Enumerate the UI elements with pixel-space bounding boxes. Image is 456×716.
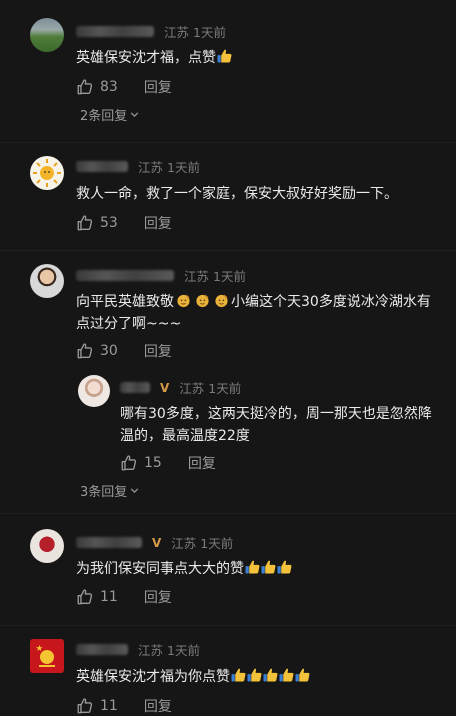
thumbs-up-emoji bbox=[277, 560, 292, 574]
comment-item: 江苏 1天前 英雄保安沈才福，点赞 83 回复 2条回复 bbox=[0, 0, 456, 140]
thumbs-up-emoji bbox=[261, 560, 276, 574]
comment-item: 江苏 1天前 英雄保安沈才福为你点赞 11 回复 bbox=[0, 626, 456, 715]
view-replies-button[interactable]: 3条回复 bbox=[80, 481, 140, 500]
thumbs-up-emoji bbox=[295, 668, 310, 682]
comment-actions: 53 回复 bbox=[76, 213, 172, 233]
location: 江苏 bbox=[138, 160, 164, 175]
comment-text: 为我们保安同事点大大的赞 bbox=[76, 558, 292, 580]
avatar[interactable] bbox=[30, 639, 64, 673]
blurred-username bbox=[76, 26, 154, 37]
comment-text: 英雄保安沈才福，点赞 bbox=[76, 47, 232, 69]
like-count: 11 bbox=[100, 698, 118, 714]
location: 江苏 bbox=[171, 536, 197, 551]
reply-actions: 15 回复 bbox=[120, 453, 216, 473]
like-count: 83 bbox=[100, 79, 118, 95]
comment-actions: 11 回复 bbox=[76, 696, 172, 716]
verified-badge-icon: V bbox=[152, 535, 162, 550]
avatar[interactable] bbox=[30, 18, 64, 52]
location: 江苏 bbox=[184, 269, 210, 284]
thumbs-up-emoji bbox=[263, 668, 278, 682]
chevron-down-icon bbox=[129, 109, 140, 120]
avatar[interactable] bbox=[30, 529, 64, 563]
salute-emoji bbox=[214, 293, 229, 308]
reply-meta: V 江苏 1天前 bbox=[120, 378, 241, 397]
comment-meta: V 江苏 1天前 bbox=[76, 533, 233, 552]
comment-item: 江苏 1天前 向平民英雄致敬 小编这个天30多度说冰冷湖水有 点过分了啊~~~ 3… bbox=[0, 251, 456, 506]
like-count: 11 bbox=[100, 589, 118, 605]
like-count: 53 bbox=[100, 215, 118, 231]
location: 江苏 bbox=[164, 25, 190, 40]
thumbs-up-outline-icon[interactable] bbox=[76, 214, 94, 232]
blurred-username bbox=[76, 644, 128, 655]
timestamp: 1天前 bbox=[193, 25, 226, 40]
thumbs-up-emoji bbox=[279, 668, 294, 682]
reply-text: 哪有30多度，这两天挺冷的，周一那天也是忽然降 温的，最高温度22度 bbox=[120, 406, 432, 444]
comment-text: 向平民英雄致敬 小编这个天30多度说冰冷湖水有 点过分了啊~~~ bbox=[76, 293, 431, 332]
thumbs-up-outline-icon[interactable] bbox=[76, 588, 94, 606]
thumbs-up-emoji bbox=[247, 668, 262, 682]
chevron-down-icon bbox=[129, 485, 140, 496]
thumbs-up-outline-icon[interactable] bbox=[120, 454, 138, 472]
like-count: 15 bbox=[144, 455, 162, 471]
location: 江苏 bbox=[179, 381, 205, 396]
emblem-icon bbox=[36, 644, 55, 667]
reply-button[interactable]: 回复 bbox=[188, 453, 216, 473]
blurred-username bbox=[76, 537, 142, 548]
comment-text: 救人一命，救了一个家庭，保安大叔好好奖励一下。 bbox=[76, 186, 398, 202]
comment-actions: 83 回复 bbox=[76, 77, 172, 97]
reply-button[interactable]: 回复 bbox=[144, 77, 172, 97]
timestamp: 1天前 bbox=[200, 536, 234, 551]
timestamp: 1天前 bbox=[167, 643, 200, 658]
comment-meta: 江苏 1天前 bbox=[76, 266, 246, 285]
thumbs-up-outline-icon[interactable] bbox=[76, 697, 94, 715]
timestamp: 1天前 bbox=[213, 269, 246, 284]
comment-item: 江苏 1天前 救人一命，救了一个家庭，保安大叔好好奖励一下。 53 回复 bbox=[0, 143, 456, 251]
avatar[interactable] bbox=[30, 264, 64, 298]
thumbs-up-outline-icon[interactable] bbox=[76, 342, 94, 360]
comment-meta: 江苏 1天前 bbox=[76, 640, 200, 659]
blurred-username bbox=[120, 382, 150, 393]
reply-button[interactable]: 回复 bbox=[144, 587, 172, 607]
reply-button[interactable]: 回复 bbox=[144, 696, 172, 716]
verified-badge-icon: V bbox=[160, 380, 170, 395]
view-replies-button[interactable]: 2条回复 bbox=[80, 105, 140, 124]
avatar[interactable] bbox=[30, 156, 64, 190]
blurred-username bbox=[76, 161, 128, 172]
reply-avatar[interactable] bbox=[78, 375, 110, 407]
thumbs-up-emoji bbox=[245, 560, 260, 574]
thumbs-up-emoji bbox=[231, 668, 246, 682]
timestamp: 1天前 bbox=[208, 381, 242, 396]
sun-icon bbox=[33, 159, 61, 187]
comment-meta: 江苏 1天前 bbox=[76, 22, 226, 41]
thumbs-up-outline-icon[interactable] bbox=[76, 78, 94, 96]
blurred-username bbox=[76, 270, 174, 281]
reply-button[interactable]: 回复 bbox=[144, 341, 172, 361]
reply-button[interactable]: 回复 bbox=[144, 213, 172, 233]
comment-item: V 江苏 1天前 为我们保安同事点大大的赞 11 回复 bbox=[0, 514, 456, 624]
timestamp: 1天前 bbox=[167, 160, 200, 175]
comment-meta: 江苏 1天前 bbox=[76, 157, 200, 176]
thumbs-up-emoji bbox=[217, 49, 232, 63]
like-count: 30 bbox=[100, 343, 118, 359]
salute-emoji bbox=[176, 293, 191, 308]
comment-text: 英雄保安沈才福为你点赞 bbox=[76, 666, 310, 688]
location: 江苏 bbox=[138, 643, 164, 658]
comment-actions: 11 回复 bbox=[76, 587, 172, 607]
comment-actions: 30 回复 bbox=[76, 341, 172, 361]
salute-emoji bbox=[195, 293, 210, 308]
